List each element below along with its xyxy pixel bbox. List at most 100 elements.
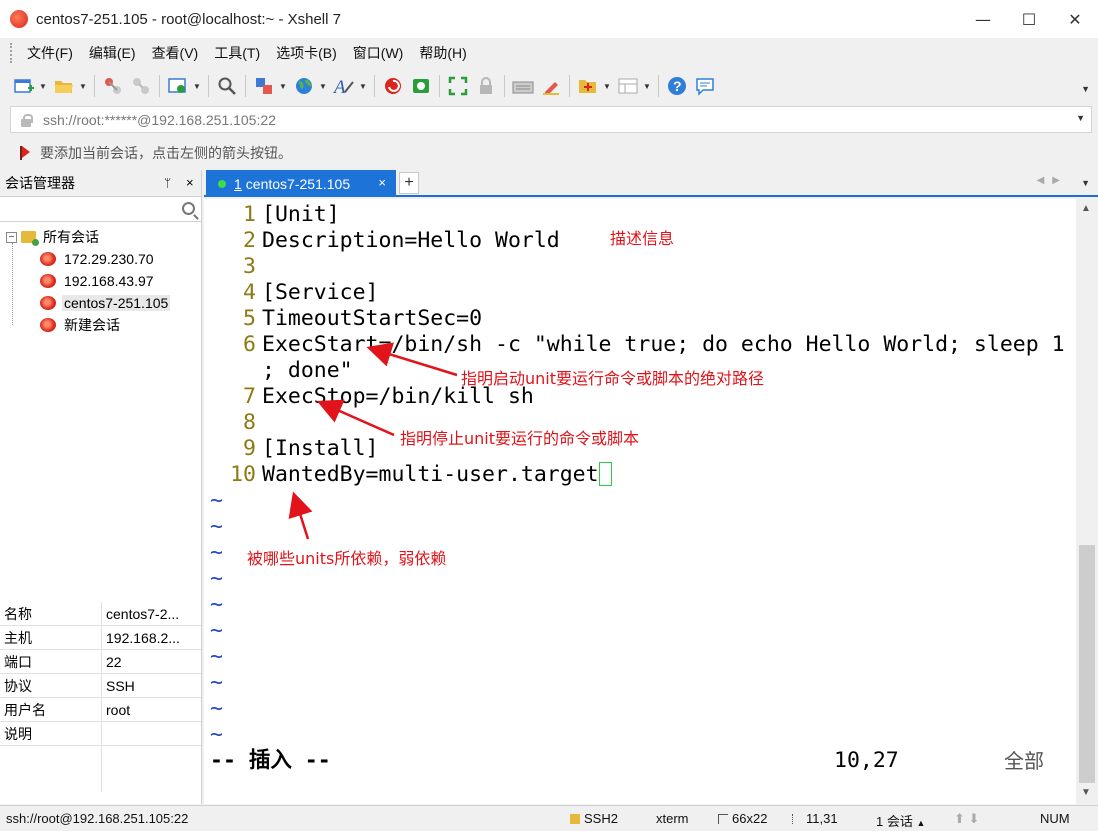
keyboard-icon [512,81,534,94]
new-tab-button[interactable]: + [399,172,419,194]
menu-help[interactable]: 帮助(H) [411,41,474,65]
menu-file[interactable]: 文件(F) [19,41,81,65]
new-session-button[interactable] [12,74,36,98]
xshell-button[interactable] [381,74,405,98]
empty-line-tilde: ~ [210,696,223,721]
annotation-description: 描述信息 [610,229,675,248]
property-key: 主机 [0,626,102,649]
tab-scroll-arrows-icon[interactable]: ◀▶ [1037,175,1068,186]
scroll-down-icon[interactable]: ▼ [1081,787,1091,798]
keyboard-button[interactable] [511,74,535,98]
property-key: 说明 [0,722,102,745]
open-dropdown[interactable]: ▼ [78,74,88,98]
status-sessions[interactable]: 1 会话 ▲ [876,811,925,830]
tab-list-dropdown-icon[interactable]: ▼ [1081,178,1090,188]
new-session-dropdown[interactable]: ▼ [38,74,48,98]
line-text: TimeoutStartSec=0 [262,306,483,331]
maximize-button[interactable]: ☐ [1006,0,1052,38]
status-nav-arrows-icon[interactable]: ⬆ ⬇ [954,811,979,827]
tree-item-session[interactable]: 172.29.230.70 [0,248,200,270]
fullscreen-icon [448,76,468,96]
tree-root-all-sessions[interactable]: − 所有会话 [0,226,200,248]
tree-item-session[interactable]: 192.168.43.97 [0,270,200,292]
pin-icon[interactable]: ᛘ [164,176,171,190]
terminal-area[interactable]: 1 [Unit] 2 Description=Hello World 3 4 [Ser… [204,199,1076,804]
properties-button[interactable] [166,74,190,98]
globe-icon [296,78,313,94]
help-icon: ? [668,77,686,95]
connect-button[interactable] [101,74,125,98]
tab-session-active[interactable]: 1 centos7-251.105 × [206,170,396,197]
line-number: 7 [243,384,256,409]
address-input[interactable]: ssh://root:******@192.168.251.105:22 [43,112,276,128]
line-text: [Unit] [262,202,340,227]
line-text: ExecStart=/bin/sh -c "while true; do ech… [262,332,1065,357]
menu-tools[interactable]: 工具(T) [206,41,268,65]
compose-dropdown[interactable]: ▼ [602,74,612,98]
properties-dropdown[interactable]: ▼ [192,74,202,98]
property-row: 用户名 root [0,698,201,722]
terminal-cursor [598,462,612,486]
line-number: 5 [243,306,256,331]
compose-folder-icon [579,80,596,93]
globe-button[interactable] [292,74,316,98]
line-text: [Install] [262,436,379,461]
new-session-icon [14,79,34,93]
magnifier-icon [218,77,236,95]
layout-button[interactable] [616,74,640,98]
address-dropdown-icon[interactable]: ▼ [1076,113,1085,123]
property-value [102,722,201,745]
search-icon[interactable] [182,202,195,215]
xftp-button[interactable] [409,74,433,98]
address-bar[interactable]: ssh://root:******@192.168.251.105:22 ▼ [10,106,1092,133]
terminal-line: 3 [204,254,262,280]
disconnect-button[interactable] [129,74,153,98]
scrollbar-thumb[interactable] [1079,545,1095,783]
transfer-button[interactable] [252,74,276,98]
tree-item-session-selected[interactable]: centos7-251.105 [0,292,200,314]
connected-status-icon [218,179,226,188]
highlight-button[interactable] [539,74,563,98]
font-dropdown[interactable]: ▼ [358,74,368,98]
session-search-input[interactable] [0,197,201,222]
menu-tabs[interactable]: 选项卡(B) [268,41,345,65]
menu-window[interactable]: 窗口(W) [345,41,412,65]
transfer-dropdown[interactable]: ▼ [278,74,288,98]
find-button[interactable] [215,74,239,98]
help-button[interactable]: ? [665,74,689,98]
menu-view[interactable]: 查看(V) [144,41,207,65]
status-protocol: SSH2 [570,811,618,826]
font-button[interactable]: A [332,74,356,98]
line-number: 8 [243,410,256,435]
chat-button[interactable] [693,74,717,98]
panel-close-icon[interactable]: × [186,175,194,190]
menu-edit[interactable]: 编辑(E) [81,41,144,65]
lock-button[interactable] [474,74,498,98]
vim-mode-indicator: -- 插入 -- [210,748,331,773]
layout-dropdown[interactable]: ▼ [642,74,652,98]
status-numlock: NUM [1040,811,1070,826]
empty-line-tilde: ~ [210,644,223,669]
globe-dropdown[interactable]: ▼ [318,74,328,98]
open-folder-button[interactable] [52,74,76,98]
collapse-icon[interactable]: − [6,231,17,243]
line-text: ; done" [262,358,353,383]
terminal-line: 8 [204,410,262,436]
minimize-button[interactable]: — [960,0,1006,38]
compose-button[interactable] [576,74,600,98]
svg-text:?: ? [673,78,682,94]
status-size: 66x22 [718,811,767,826]
bookmark-arrow-icon[interactable] [18,146,32,160]
empty-line-tilde: ~ [210,514,223,539]
property-row: 名称 centos7-2... [0,602,201,626]
terminal-scrollbar[interactable]: ▲ ▼ [1076,199,1098,804]
scroll-up-icon[interactable]: ▲ [1081,203,1091,214]
terminal-line: 6 ExecStart=/bin/sh -c "while true; do ec… [204,332,1065,358]
fullscreen-button[interactable] [446,74,470,98]
tree-item-new-session[interactable]: 新建会话 [0,314,200,336]
session-manager-panel: 会话管理器 ᛘ × − 所有会话 172.29.230.70 192.168.4… [0,170,202,804]
close-button[interactable]: ✕ [1052,0,1098,38]
line-number: 2 [243,228,256,253]
tab-close-icon[interactable]: × [378,175,386,190]
toolbar-overflow-icon[interactable]: ▼ [1081,84,1090,94]
